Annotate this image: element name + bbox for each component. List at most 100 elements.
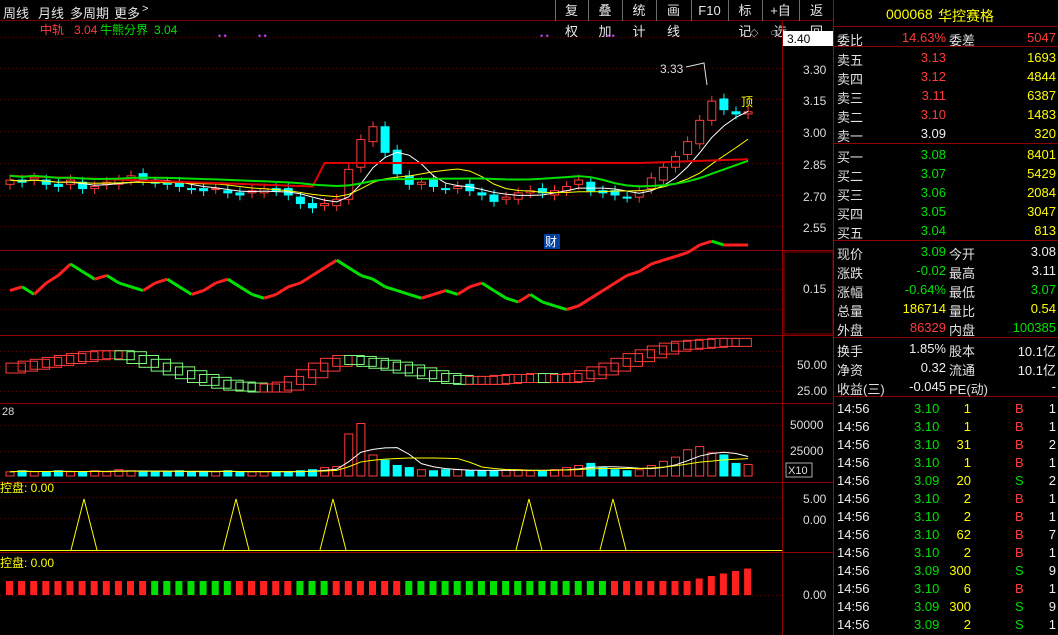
tick-price: 3.10 (914, 491, 940, 506)
price-tick: 3.30 (803, 63, 827, 77)
stat-value: 100385 (1012, 320, 1056, 335)
tick-price: 3.09 (914, 473, 940, 488)
tab-more[interactable]: 更多 (114, 3, 140, 22)
tick-count: 1 (1048, 581, 1056, 596)
stat-value: 1.85% (909, 341, 946, 356)
pane6-bars (6, 568, 752, 595)
stat-label: 收益(三) (837, 382, 885, 397)
tick-volume: 6 (963, 581, 971, 596)
bid-volume: 5429 (1027, 166, 1056, 181)
back-button[interactable]: 返回 (799, 0, 833, 39)
stat-value: 3.09 (920, 244, 946, 259)
tick-row: 14:56 3.10 2 B 1 (834, 543, 1058, 561)
tick-row: 14:56 3.10 1 B 1 (834, 417, 1058, 435)
diamond-icon[interactable]: ◇ (750, 27, 759, 39)
ask-price: 3.09 (920, 126, 946, 141)
ask-volume: 1483 (1027, 107, 1056, 122)
bid-price: 3.06 (920, 185, 946, 200)
tab-weekly[interactable]: 周线 (3, 3, 29, 22)
bid-price: 3.07 (920, 166, 946, 181)
tick-side: B (1015, 455, 1024, 470)
bid-price: 3.08 (920, 147, 946, 162)
svg-text:• •: • • (540, 31, 549, 41)
volume-tick: 25000 (790, 444, 824, 458)
ding-badge-label: 顶 (741, 95, 753, 109)
stat-value: 0.54 (1030, 301, 1056, 316)
price-tick: 2.85 (803, 158, 827, 172)
add-watchlist-button[interactable]: +自选 (762, 0, 798, 39)
current-price-label: 3.40 (787, 32, 811, 46)
high-mark-label: 3.33 (660, 62, 684, 76)
stat2-row: 换手 1.85% 股本 10.1亿 (834, 339, 1058, 359)
price-tick: 3.15 (803, 94, 827, 108)
bid-volume: 3047 (1027, 204, 1056, 219)
fuquan-button[interactable]: 复权 (555, 0, 587, 39)
tick-time: 14:56 (837, 455, 870, 470)
stat-label: 外盘 (837, 323, 864, 338)
stat-value: -0.02 (916, 263, 946, 278)
ask-label: 卖一 (837, 129, 864, 144)
legend-mid-value: 3.04 (74, 23, 98, 37)
stat-row: 涨幅 -0.64% 最低 3.07 (834, 280, 1058, 300)
mark-button[interactable]: 标记 (728, 0, 761, 39)
bid-volume: 813 (1034, 223, 1056, 238)
stock-code: 000068 (886, 6, 933, 22)
tick-row: 14:56 3.09 2 S 1 (834, 615, 1058, 633)
bid-volume: 8401 (1027, 147, 1056, 162)
stat-value: 3.07 (1030, 282, 1056, 297)
legend-mid-label: 中轨 (40, 22, 64, 37)
tick-row: 14:56 3.09 300 S 9 (834, 597, 1058, 615)
grid-lines (0, 37, 782, 596)
stat-value: - (1051, 379, 1056, 394)
volume-left-label: 28 (2, 406, 14, 418)
tab-monthly[interactable]: 月线 (38, 3, 64, 22)
bid-volume: 2084 (1027, 185, 1056, 200)
tick-side: B (1015, 581, 1024, 596)
tick-time: 14:56 (837, 581, 870, 596)
pane3-tick: 25.00 (797, 384, 827, 398)
draw-line-button[interactable]: 画线 (656, 0, 690, 39)
tick-side: B (1015, 545, 1024, 560)
ask-price: 3.11 (921, 88, 946, 103)
chevron-right-icon[interactable]: > (142, 3, 148, 15)
bid-row: 买五 3.04 813 (834, 221, 1058, 241)
tick-volume: 1 (963, 401, 971, 416)
stat-value: -0.64% (904, 282, 946, 297)
tick-count: 1 (1048, 455, 1056, 470)
tick-side: B (1015, 401, 1024, 416)
stat-value: 3.11 (1031, 263, 1056, 278)
tick-time: 14:56 (837, 545, 870, 560)
pane5-label: 控盘: 0.00 (0, 480, 54, 495)
volume-multiplier: X10 (788, 465, 808, 477)
tick-time: 14:56 (837, 599, 870, 614)
tick-price: 3.09 (914, 599, 940, 614)
stats-button[interactable]: 统计 (622, 0, 655, 39)
stock-header: 000068 华控赛格 (834, 4, 1058, 24)
kline-chart[interactable]: 中轨 3.04 牛熊分界 3.04 ◇ ○ 3.40 3.30 3.15 3.0… (0, 21, 833, 635)
tick-price: 3.09 (914, 617, 940, 632)
tick-count: 1 (1048, 491, 1056, 506)
overlay-button[interactable]: 叠加 (588, 0, 621, 39)
tick-count: 1 (1048, 509, 1056, 524)
close-pane-icon[interactable]: ○ (770, 27, 777, 39)
tick-volume: 2 (963, 545, 971, 560)
stat-row: 涨跌 -0.02 最高 3.11 (834, 261, 1058, 281)
tab-multi-period[interactable]: 多周期 (70, 3, 109, 22)
tick-row: 14:56 3.09 20 S 2 (834, 471, 1058, 489)
tick-side: B (1015, 491, 1024, 506)
tick-time: 14:56 (837, 509, 870, 524)
f10-button[interactable]: F10 (691, 0, 727, 21)
price-axis: 3.30 3.15 3.00 2.85 2.70 2.55 (803, 63, 827, 235)
stat-value: 0.32 (920, 360, 946, 375)
tick-volume: 300 (949, 563, 971, 578)
stat-label: PE(动) (949, 382, 989, 397)
tick-row: 14:56 3.10 2 B 1 (834, 507, 1058, 525)
ask-price: 3.13 (920, 50, 946, 65)
tick-count: 9 (1048, 563, 1056, 578)
tick-row: 14:56 3.10 2 B 1 (834, 489, 1058, 507)
chart-toolbar: 周线 月线 多周期 更多 > 复权 叠加 统计 画线 F10 标记 +自选 返回 (0, 0, 833, 39)
pane3-step-boxes (5, 337, 752, 393)
bid-label: 买五 (837, 226, 864, 241)
pane6-tick: 0.00 (803, 588, 827, 602)
stat-row: 外盘 86329 内盘 100385 (834, 318, 1058, 338)
